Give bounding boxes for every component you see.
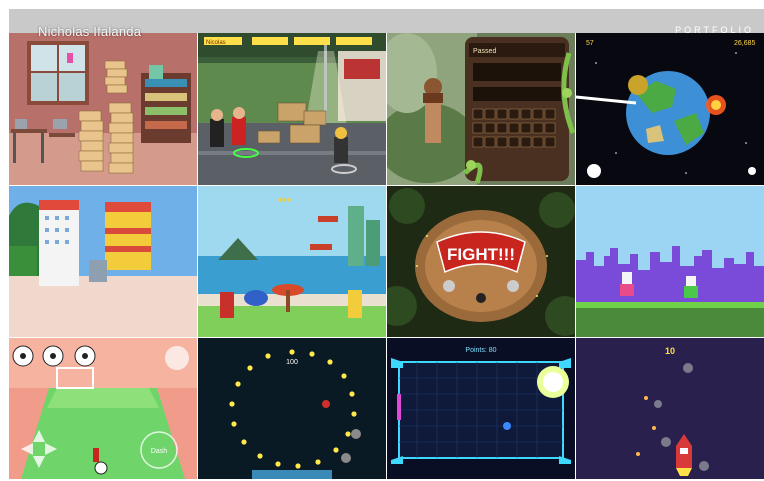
project-tile-3d-town[interactable]	[9, 186, 197, 337]
puzzle-hud-label: Passed	[473, 48, 496, 55]
planet-hud-right: 26,685	[734, 40, 756, 47]
planet-hud-left: 57	[586, 40, 594, 47]
rocket-score: 10	[665, 346, 675, 356]
project-tile-classroom[interactable]	[9, 33, 197, 185]
pixel-runner-scene	[576, 186, 764, 337]
project-tile-pixel-runner[interactable]	[576, 186, 764, 337]
fight-banner: FIGHT!!!	[447, 245, 515, 264]
portfolio-nav-link[interactable]: PORTFOLIO	[675, 25, 754, 35]
project-tile-street-brawler[interactable]: Nicolas	[198, 33, 386, 185]
town-scene	[9, 186, 197, 337]
project-grid: Nicolas Passed 57 26,685 ■■■ FIGHT!!! Da…	[9, 33, 764, 479]
soccer-scene: Dash	[9, 338, 197, 479]
project-tile-planet[interactable]: 57 26,685	[576, 33, 764, 185]
planet-scene: 57 26,685	[576, 33, 764, 185]
project-tile-arena-fight[interactable]: FIGHT!!!	[387, 186, 575, 337]
project-tile-beach[interactable]: ■■■	[198, 186, 386, 337]
arena-scene: FIGHT!!!	[387, 186, 575, 337]
dash-button[interactable]: Dash	[151, 448, 167, 455]
project-tile-circle-lights[interactable]: 100	[198, 338, 386, 479]
rocket-scene: 10	[576, 338, 764, 479]
neon-points: Points: 80	[465, 347, 496, 354]
project-tile-jungle-puzzle[interactable]: Passed	[387, 33, 575, 185]
neon-hex-scene: Points: 80	[387, 338, 575, 479]
circle-score: 100	[286, 359, 298, 366]
jungle-puzzle-scene: Passed	[387, 33, 575, 185]
beach-scene: ■■■	[198, 186, 386, 337]
street-brawler-scene: Nicolas	[198, 33, 386, 185]
site-title[interactable]: Nicholas Ifalanda	[38, 24, 141, 39]
brawler-hud-label: Nicolas	[206, 40, 226, 46]
project-tile-rocket[interactable]: 10	[576, 338, 764, 479]
project-tile-neon-hex[interactable]: Points: 80	[387, 338, 575, 479]
menu-icon[interactable]	[165, 346, 189, 370]
svg-text:■■■: ■■■	[278, 197, 291, 204]
project-tile-soccer[interactable]: Dash	[9, 338, 197, 479]
classroom-scene	[9, 33, 197, 185]
circle-lights-scene: 100	[198, 338, 386, 479]
